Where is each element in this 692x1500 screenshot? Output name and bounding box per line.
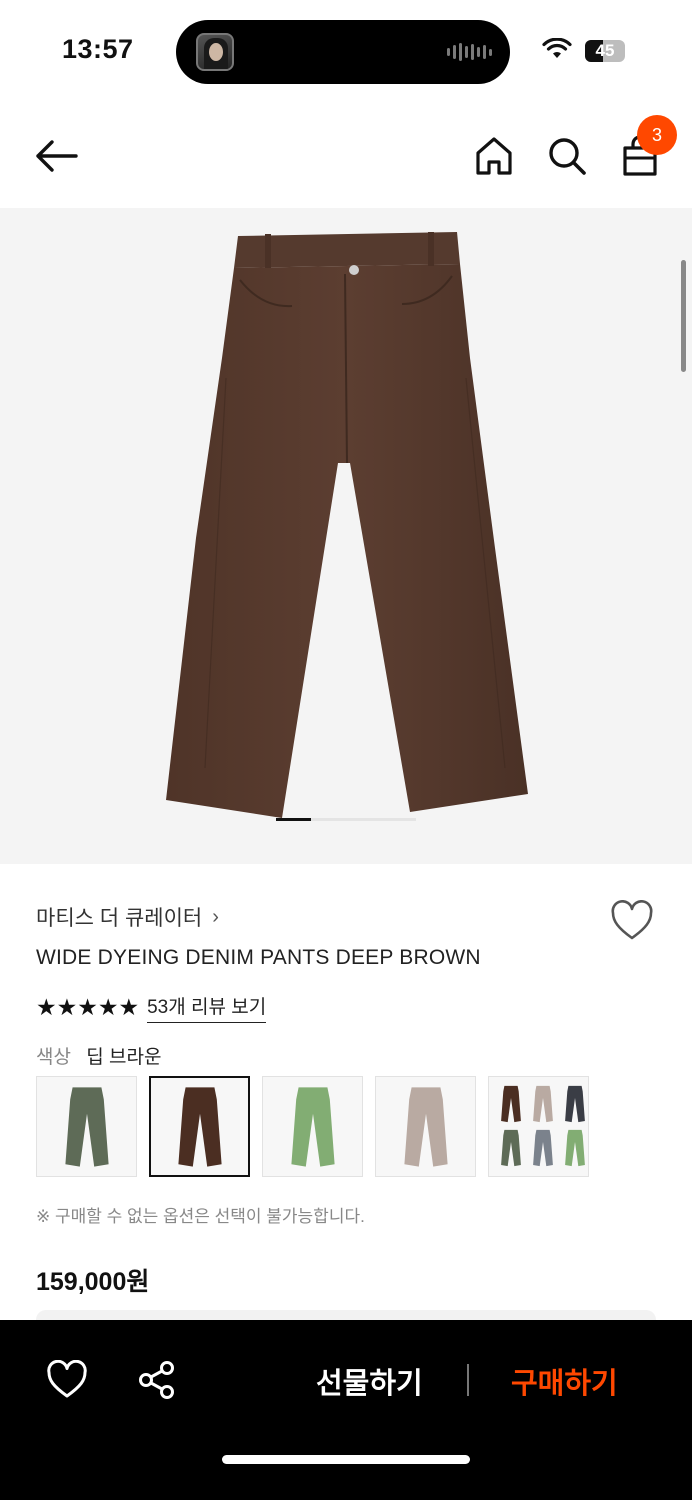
chevron-right-icon: ›	[212, 905, 219, 928]
image-page-indicator	[276, 818, 416, 821]
wifi-icon	[542, 38, 572, 58]
gift-button[interactable]: 선물하기	[316, 1360, 423, 1402]
audio-wave-icon	[447, 42, 492, 62]
color-swatch-3[interactable]	[262, 1076, 363, 1177]
dynamic-island[interactable]	[176, 20, 510, 84]
option-notice: ※ 구매할 수 없는 옵션은 선택이 불가능합니다.	[36, 1207, 365, 1226]
back-arrow-icon[interactable]	[32, 136, 80, 176]
color-swatch-4[interactable]	[375, 1076, 476, 1177]
color-swatch-1[interactable]	[36, 1076, 137, 1177]
image-scroll-indicator	[681, 260, 686, 372]
cart-count-badge: 3	[637, 115, 677, 155]
battery-indicator: 45	[585, 40, 625, 62]
home-indicator[interactable]	[222, 1455, 470, 1464]
color-swatch-list	[36, 1076, 589, 1177]
search-icon[interactable]	[545, 134, 589, 178]
rating-row: ★★★★★ 53개 리뷰 보기	[36, 992, 267, 1023]
color-value: 딥 브라운	[86, 1047, 162, 1068]
status-time: 13:57	[62, 34, 134, 64]
brand-name: 마티스 더 큐레이터	[36, 907, 203, 930]
review-link[interactable]: 53개 리뷰 보기	[147, 992, 267, 1023]
rating-stars: ★★★★★	[36, 994, 140, 1020]
color-swatch-2[interactable]	[149, 1076, 250, 1177]
brand-link[interactable]: 마티스 더 큐레이터 ›	[36, 902, 219, 932]
color-option-row: 색상 딥 브라운	[36, 1042, 161, 1069]
buy-button[interactable]: 구매하기	[511, 1360, 618, 1402]
wishlist-heart-icon[interactable]	[610, 900, 654, 942]
battery-level: 45	[595, 41, 615, 60]
like-heart-icon[interactable]	[46, 1360, 88, 1400]
product-image	[166, 232, 528, 818]
color-swatch-5[interactable]	[488, 1076, 589, 1177]
divider	[467, 1364, 469, 1396]
product-image-gallery[interactable]	[0, 208, 692, 864]
status-bar: 13:57 45	[0, 0, 692, 100]
now-playing-thumbnail	[196, 33, 234, 71]
share-icon[interactable]	[136, 1360, 178, 1400]
color-label: 색상	[36, 1047, 71, 1068]
product-price: 159,000원	[36, 1268, 150, 1296]
product-name: WIDE DYEING DENIM PANTS DEEP BROWN	[36, 946, 481, 969]
home-icon[interactable]	[472, 134, 516, 178]
bottom-action-bar: 선물하기 구매하기	[0, 1320, 692, 1500]
image-page-indicator-active	[276, 818, 311, 821]
